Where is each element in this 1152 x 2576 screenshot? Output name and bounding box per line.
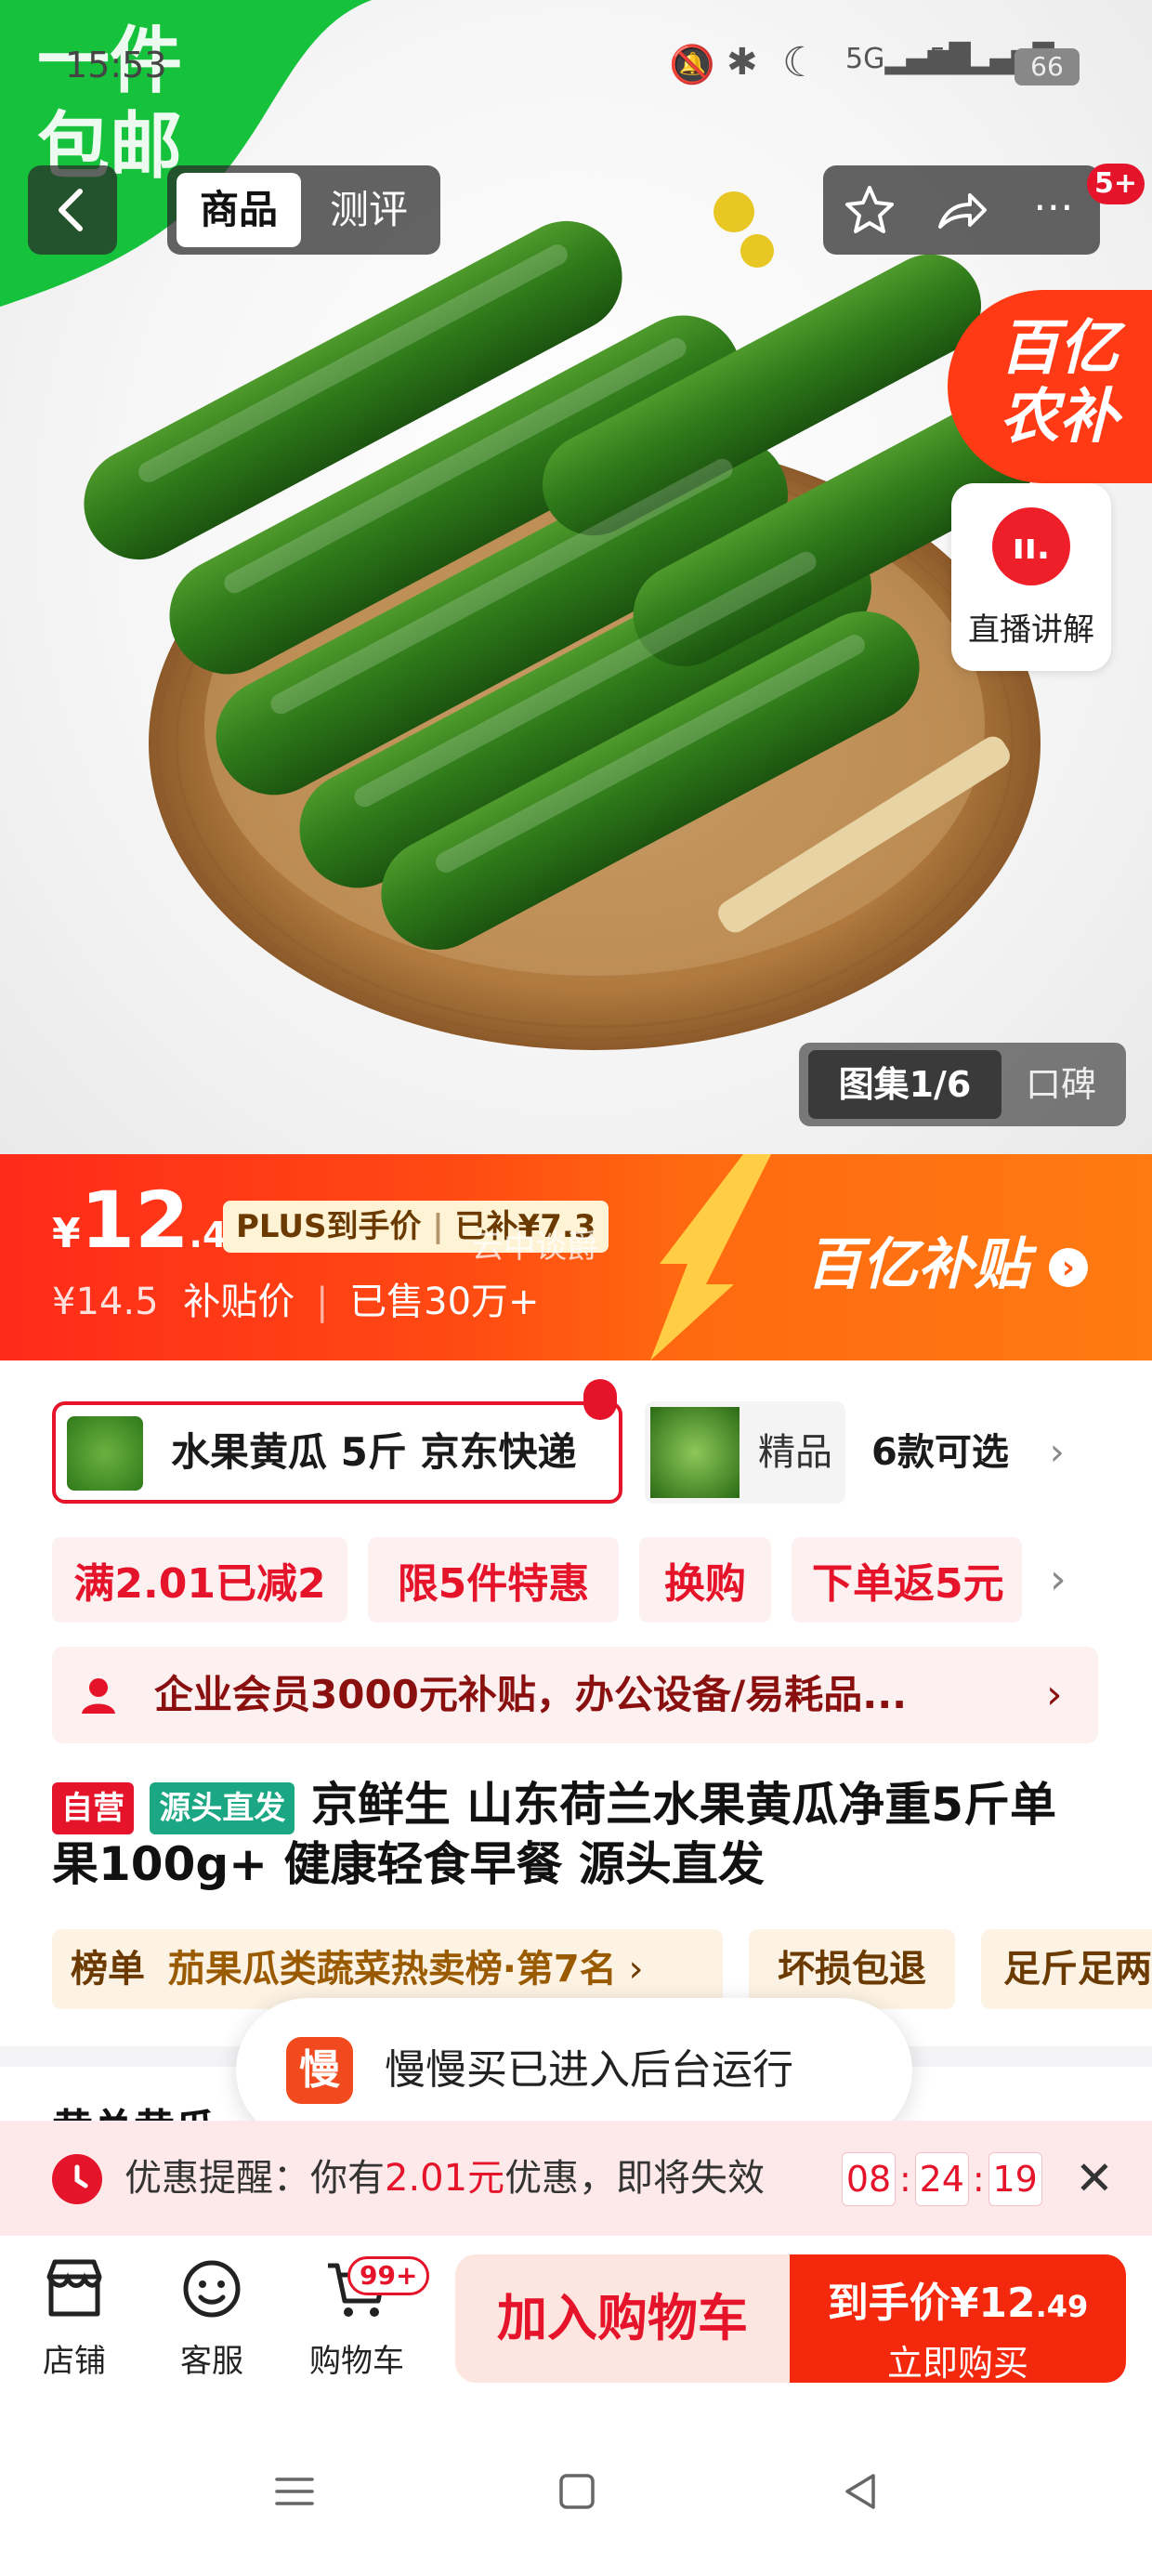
reminder-prefix: 优惠提醒：你有: [124, 2157, 385, 2200]
price-currency: ¥: [52, 1210, 81, 1257]
live-icon: ıı.: [992, 507, 1070, 585]
status-bar: 15:53 🔕 ✱ ☾ 5G▂▄▆█ 5G▂▄▆█ 66: [0, 0, 1152, 139]
plus-price-label: PLUS到手价: [236, 1208, 422, 1245]
selected-flame-icon: [583, 1379, 617, 1420]
enterprise-chevron-right-icon: ›: [1046, 1671, 1063, 1718]
bottom-action-bar: 店铺 客服 购物车 99+ 加入购物车 到手价¥12.49 立即购买: [0, 2236, 1152, 2412]
brand-subsidy-link[interactable]: 百亿补贴 ›: [806, 1219, 1088, 1300]
sold-count: 已售30万+: [349, 1281, 540, 1323]
status-time: 15:53: [65, 45, 167, 85]
reminder-suffix: 优惠，即将失效: [504, 2157, 766, 2200]
service-label: 客服: [180, 2343, 243, 2380]
buy-price-decimal: .49: [1035, 2289, 1089, 2324]
cart-count-badge: 99+: [347, 2256, 430, 2295]
price-secondary: ¥14.5 补贴价 | 已售30万+: [52, 1281, 540, 1323]
buy-price-line: 到手价¥12.49: [790, 2269, 1126, 2329]
partial-heading: 黄总黄瓜: [52, 2102, 216, 2123]
price-band: ¥12.49 PLUS到手价 | 已补¥7.3 云中谈爵 ¥14.5 补贴价 |…: [0, 1154, 1152, 1360]
promo-chip-exchange[interactable]: 换购: [639, 1537, 771, 1623]
full-weight-chip[interactable]: 足斤足两: [981, 1929, 1152, 2009]
moon-icon: ☾: [782, 39, 819, 86]
subsidy-badge-line1: 百亿: [1000, 314, 1119, 383]
live-button[interactable]: ıı. 直播讲解: [951, 483, 1111, 671]
tab-product[interactable]: 商品: [177, 173, 301, 247]
gallery-counter[interactable]: 图集1/6: [808, 1050, 1001, 1119]
variant-other-label: 精品: [758, 1431, 832, 1474]
chevron-left-icon: [59, 189, 83, 231]
top-cart-badge: 5+: [1087, 164, 1145, 204]
rank-prefix: 榜单: [71, 1948, 145, 1991]
variant-label: 水果黄瓜 5斤 京东快递: [171, 1429, 577, 1475]
timer-seconds: 19: [988, 2152, 1042, 2206]
back-triangle-icon[interactable]: [838, 2468, 884, 2515]
system-nav-bar: [0, 2412, 1152, 2576]
subsidy-badge-line2: 农补: [1000, 383, 1119, 452]
cart-label: 购物车: [309, 2343, 404, 2380]
more-icon[interactable]: ⋯: [1016, 175, 1091, 245]
shop-button[interactable]: 店铺: [20, 2254, 128, 2381]
variant-other[interactable]: 精品: [645, 1401, 845, 1504]
share-icon[interactable]: [933, 182, 988, 238]
subsidy-price-label: 补贴价: [183, 1281, 295, 1323]
add-to-cart-button[interactable]: 加入购物车: [455, 2254, 790, 2383]
product-image-area[interactable]: 一件 包邮 15:53 🔕 ✱ ☾ 5G▂▄▆█ 5G▂▄▆█ 66 商品 测评…: [0, 0, 1152, 1154]
service-button[interactable]: 客服: [158, 2254, 266, 2381]
reminder-amount: 2.01元: [385, 2157, 505, 2200]
menu-icon[interactable]: [271, 2468, 318, 2515]
gallery-switch[interactable]: 图集1/6 口碑: [799, 1043, 1126, 1126]
chevron-right-icon: ›: [1049, 1431, 1065, 1474]
variant-count[interactable]: 6款可选 ›: [871, 1401, 1065, 1504]
promo-chip-cashback[interactable]: 下单返5元: [792, 1537, 1022, 1623]
variant-thumbnail: [67, 1416, 143, 1491]
final-price: ¥12.49: [52, 1175, 252, 1266]
rank-chevron-right-icon: ›: [628, 1948, 644, 1991]
clock-icon: [52, 2154, 102, 2204]
product-title: 自营 源头直发 京鲜生 山东荷兰水果黄瓜净重5斤单果100g+ 健康轻食早餐 源…: [52, 1775, 1102, 1894]
close-icon[interactable]: ✕: [1067, 2149, 1122, 2208]
live-label: 直播讲解: [968, 611, 1094, 649]
timer-hours: 08: [842, 2152, 896, 2206]
tab-review[interactable]: 测评: [307, 173, 431, 247]
buy-price: ¥12: [949, 2280, 1036, 2327]
timer-minutes: 24: [914, 2152, 969, 2206]
lightning-divider: [650, 1154, 771, 1360]
source-direct-tag: 源头直发: [150, 1781, 295, 1834]
price-integer: 12: [80, 1175, 190, 1266]
variant-count-label: 6款可选: [871, 1431, 1009, 1474]
mute-icon: 🔕: [669, 44, 715, 86]
promo-chip-limited[interactable]: 限5件特惠: [368, 1537, 619, 1623]
variant-selected[interactable]: 水果黄瓜 5斤 京东快递: [52, 1401, 622, 1504]
coupon-reminder-bar[interactable]: 优惠提醒：你有2.01元优惠，即将失效 08:24:19 ✕: [0, 2121, 1152, 2236]
promo-chip-discount[interactable]: 满2.01已减2: [52, 1537, 347, 1623]
enterprise-text: 企业会员3000元补贴，办公设备/易耗品...: [154, 1672, 908, 1717]
price-watermark: 云中谈爵: [472, 1229, 598, 1266]
customer-service-icon: [183, 2260, 241, 2318]
top-actions: ⋯: [823, 165, 1100, 255]
reminder-text: 优惠提醒：你有2.01元优惠，即将失效: [124, 2121, 765, 2236]
buy-price-label: 到手价: [827, 2280, 950, 2327]
original-price: ¥14.5: [52, 1281, 159, 1323]
buy-now-button[interactable]: 到手价¥12.49 立即购买: [790, 2254, 1126, 2384]
product-tabs: 商品 测评: [167, 165, 440, 255]
subsidy-badge[interactable]: 百亿 农补: [948, 290, 1152, 483]
chevron-right-circle-icon: ›: [1048, 1248, 1088, 1288]
enterprise-banner[interactable]: 企业会员3000元补贴，办公设备/易耗品... ›: [52, 1647, 1098, 1743]
self-operated-tag: 自营: [52, 1781, 134, 1834]
back-button[interactable]: [28, 165, 117, 255]
battery-icon: 66: [1015, 48, 1080, 85]
variant-other-thumbnail: [650, 1407, 740, 1498]
star-icon[interactable]: [842, 182, 897, 238]
bluetooth-icon: ✱: [727, 41, 758, 84]
brand-subsidy-label: 百亿补贴: [806, 1232, 1029, 1297]
home-icon[interactable]: [554, 2468, 600, 2515]
shop-label: 店铺: [43, 2343, 106, 2380]
gallery-alt-tab[interactable]: 口碑: [1005, 1050, 1117, 1119]
countdown-timer: 08:24:19: [842, 2152, 1042, 2206]
user-icon: [82, 1678, 115, 1714]
app-logo-icon: 慢慢买: [286, 2037, 353, 2228]
rank-text: 茄果瓜类蔬菜热卖榜·第7名: [167, 1948, 617, 1991]
promo-chevron-right-icon[interactable]: ›: [1050, 1537, 1067, 1623]
store-icon: [46, 2259, 102, 2317]
buy-now-label: 立即购买: [886, 2343, 1028, 2384]
